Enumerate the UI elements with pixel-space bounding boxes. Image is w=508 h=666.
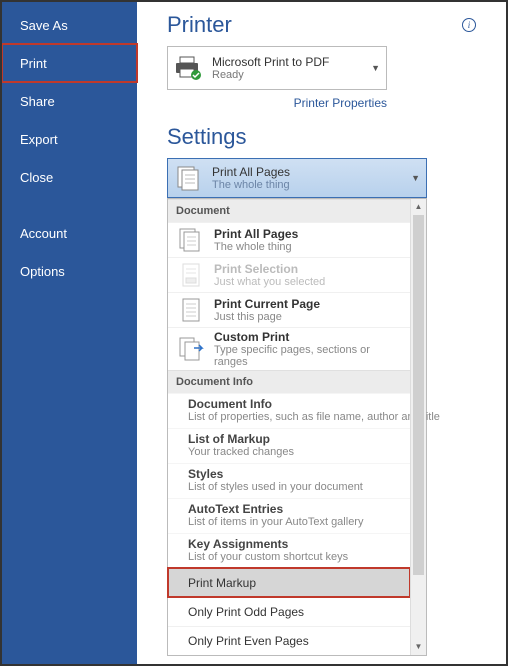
info-icon[interactable]: i xyxy=(462,18,476,32)
printer-name: Microsoft Print to PDF xyxy=(212,55,329,69)
pages-icon xyxy=(176,225,206,255)
opt-document-info[interactable]: Document InfoList of properties, such as… xyxy=(168,393,410,428)
opt-custom-print[interactable]: Custom PrintType specific pages, section… xyxy=(168,327,410,370)
page-icon xyxy=(176,295,206,325)
opt-print-markup[interactable]: Print Markup xyxy=(168,568,410,597)
sidebar-item-share[interactable]: Share xyxy=(2,82,137,120)
printer-selector[interactable]: Microsoft Print to PDF Ready ▼ xyxy=(167,46,387,90)
sidebar-item-export[interactable]: Export xyxy=(2,120,137,158)
backstage-sidebar: Save As Print Share Export Close Account… xyxy=(2,2,137,664)
scroll-up-button[interactable]: ▲ xyxy=(411,199,426,215)
opt-key-assignments[interactable]: Key AssignmentsList of your custom short… xyxy=(168,533,410,568)
main-panel: Printer i Microsoft Print to PDF Ready ▼… xyxy=(137,2,506,664)
scrollbar[interactable]: ▲ ▼ xyxy=(410,199,426,655)
opt-styles[interactable]: StylesList of styles used in your docume… xyxy=(168,463,410,498)
chevron-down-icon: ▼ xyxy=(371,63,380,73)
opt-only-even-pages[interactable]: Only Print Even Pages xyxy=(168,626,410,655)
sidebar-item-print[interactable]: Print xyxy=(2,44,137,82)
pages-icon xyxy=(174,164,204,192)
opt-only-odd-pages[interactable]: Only Print Odd Pages xyxy=(168,597,410,626)
group-document-info: Document Info xyxy=(168,370,410,393)
scroll-thumb[interactable] xyxy=(413,215,424,575)
sidebar-item-save-as[interactable]: Save As xyxy=(2,6,137,44)
printer-status: Ready xyxy=(212,69,329,81)
opt-print-selection: Print SelectionJust what you selected xyxy=(168,257,410,292)
settings-heading: Settings xyxy=(167,124,482,150)
sidebar-item-account[interactable]: Account xyxy=(2,214,137,252)
custom-print-icon xyxy=(176,334,206,364)
opt-print-current-page[interactable]: Print Current PageJust this page xyxy=(168,292,410,327)
print-what-menu: ▲ ▼ Document Print All PagesThe whole th… xyxy=(167,198,427,656)
page-selection-icon xyxy=(176,260,206,290)
print-what-dropdown[interactable]: Print All Pages The whole thing ▼ xyxy=(167,158,427,198)
printer-properties-link[interactable]: Printer Properties xyxy=(294,96,387,110)
sidebar-item-close[interactable]: Close xyxy=(2,158,137,196)
sidebar-item-options[interactable]: Options xyxy=(2,252,137,290)
scroll-down-button[interactable]: ▼ xyxy=(411,639,426,655)
opt-print-all-pages[interactable]: Print All PagesThe whole thing xyxy=(168,222,410,257)
opt-list-of-markup[interactable]: List of MarkupYour tracked changes xyxy=(168,428,410,463)
printer-icon xyxy=(174,55,204,81)
printer-heading: Printer i xyxy=(167,12,482,38)
print-backstage: Save As Print Share Export Close Account… xyxy=(0,0,508,666)
group-document: Document xyxy=(168,199,410,222)
chevron-down-icon: ▼ xyxy=(411,173,420,183)
opt-autotext-entries[interactable]: AutoText EntriesList of items in your Au… xyxy=(168,498,410,533)
